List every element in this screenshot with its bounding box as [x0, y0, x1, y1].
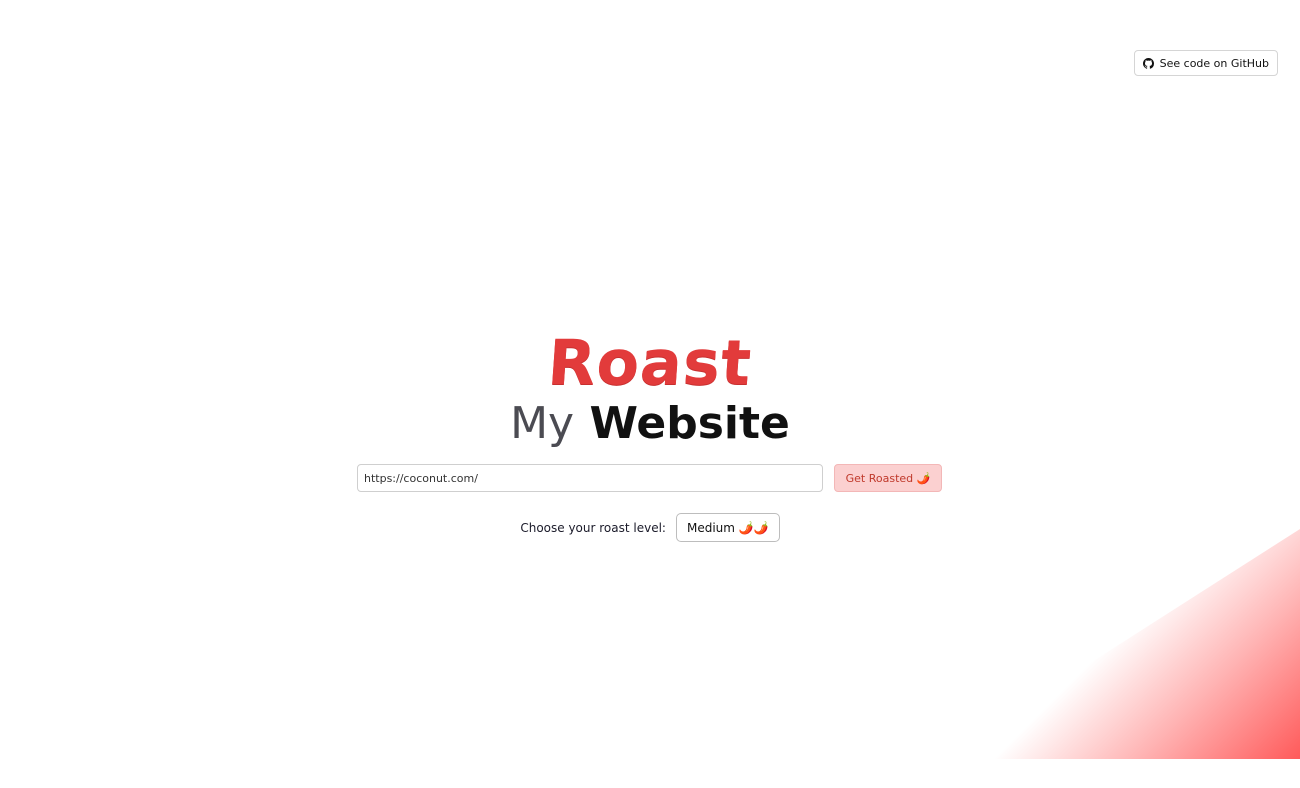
url-form: Get Roasted 🌶️: [357, 464, 942, 492]
github-button-label: See code on GitHub: [1159, 56, 1269, 70]
get-roasted-button[interactable]: Get Roasted 🌶️: [834, 464, 942, 492]
roast-level-select[interactable]: Medium 🌶️🌶️: [675, 513, 780, 542]
github-button[interactable]: See code on GitHub: [1133, 50, 1278, 76]
title-roast: Roast: [545, 326, 755, 399]
roast-level-row: Choose your roast level: Medium 🌶️🌶️: [0, 513, 1300, 542]
roast-level-label: Choose your roast level:: [520, 520, 666, 535]
title-website: Website: [589, 398, 790, 449]
corner-gradient-decoration: [940, 529, 1300, 759]
title-my: My: [510, 398, 575, 449]
page-title: Roast My Website: [0, 326, 1300, 450]
url-input[interactable]: [357, 464, 823, 492]
title-subline: My Website: [0, 398, 1300, 450]
github-icon: [1142, 57, 1154, 69]
